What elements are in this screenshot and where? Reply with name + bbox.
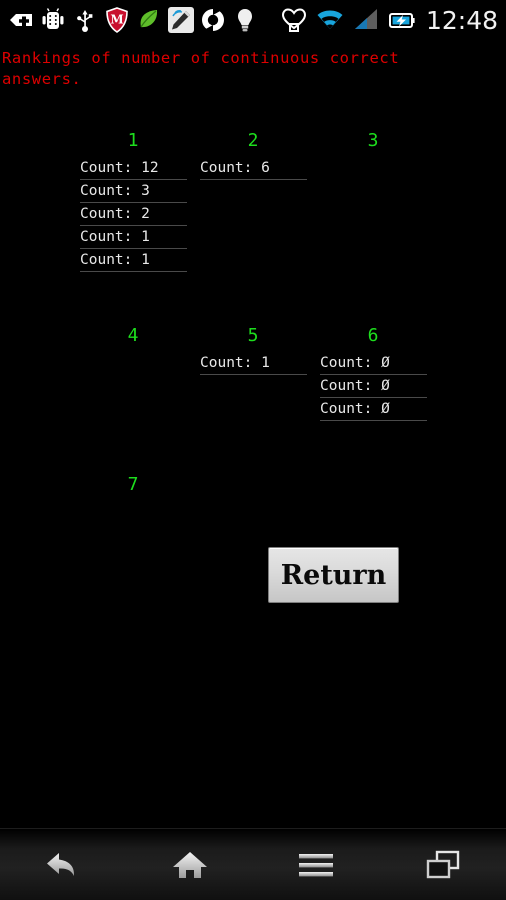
nav-back-button[interactable] [0, 829, 127, 900]
rank-cell-9 [313, 474, 433, 501]
rank-list-2: Count: 6 [200, 157, 307, 180]
rankings-row: 4 5 Count: 1 6 Count: Ø Count: Ø Count: Ø [0, 325, 506, 421]
mcafee-shield-icon: M [102, 5, 132, 35]
lightbulb-icon [230, 5, 260, 35]
status-bar-clock: 12:48 [425, 5, 498, 35]
battery-charging-icon [387, 5, 417, 35]
rankings-row: 1 Count: 12 Count: 3 Count: 2 Count: 1 Count… [0, 130, 506, 272]
rank-cell-2: 2 Count: 6 [193, 130, 313, 272]
rank-row: Count: 3 [80, 180, 187, 203]
recent-apps-icon [426, 850, 459, 878]
nav-home-button[interactable] [127, 829, 254, 900]
usb-icon [70, 5, 100, 35]
rank-list-5: Count: 1 [200, 352, 307, 375]
rank-cell-7: 7 [73, 474, 193, 501]
rankings-grid: 1 Count: 12 Count: 3 Count: 2 Count: 1 Count… [0, 130, 506, 501]
status-bar: M 12:48 [0, 0, 506, 40]
return-button[interactable]: Return [268, 547, 399, 603]
app-screen: M 12:48 Rankings of number of continuous… [0, 0, 506, 900]
nav-menu-button[interactable] [253, 829, 380, 900]
rank-cell-4: 4 [73, 325, 193, 421]
rank-list-6: Count: Ø Count: Ø Count: Ø [320, 352, 427, 421]
rank-row: Count: 1 [200, 352, 307, 375]
android-robot-icon [38, 5, 68, 35]
rankings-row: 7 [0, 474, 506, 501]
rank-header-2: 2 [247, 130, 259, 151]
rank-header-7: 7 [127, 474, 139, 495]
page-title: Rankings of number of continuous correct… [2, 49, 410, 88]
rank-header-8 [193, 474, 313, 501]
rank-row: Count: 2 [80, 203, 187, 226]
rank-row: Count: Ø [320, 398, 427, 421]
rank-row: Count: 12 [80, 157, 187, 180]
add-icon [6, 5, 36, 35]
status-bar-notification-icons: M [0, 5, 260, 35]
leaf-icon [134, 5, 164, 35]
rank-row: Count: Ø [320, 375, 427, 398]
rank-row: Count: 6 [200, 157, 307, 180]
signal-bars-icon [351, 5, 381, 35]
rank-list-1: Count: 12 Count: 3 Count: 2 Count: 1 Count: … [80, 157, 187, 272]
home-icon [172, 851, 207, 878]
nav-recents-button[interactable] [380, 829, 506, 900]
navigation-bar [0, 828, 506, 900]
rank-header-3: 3 [367, 130, 379, 151]
rank-cell-3: 3 [313, 130, 433, 272]
rank-header-1: 1 [127, 130, 139, 151]
rank-header-4: 4 [127, 325, 139, 346]
rank-header-6: 6 [367, 325, 379, 346]
rank-row: Count: 1 [80, 226, 187, 249]
svg-text:M: M [110, 13, 123, 27]
sync-icon [198, 5, 228, 35]
rank-header-9 [313, 474, 433, 501]
menu-icon [299, 853, 334, 876]
rank-cell-5: 5 Count: 1 [193, 325, 313, 421]
stylus-pen-icon [166, 5, 196, 35]
rank-cell-8 [193, 474, 313, 501]
status-bar-system-icons: 12:48 [279, 5, 506, 35]
rank-cell-6: 6 Count: Ø Count: Ø Count: Ø [313, 325, 433, 421]
wifi-icon [315, 5, 345, 35]
heart-icon [279, 5, 309, 35]
rank-row: Count: Ø [320, 352, 427, 375]
rank-row: Count: 1 [80, 249, 187, 272]
rank-header-5: 5 [247, 325, 259, 346]
back-arrow-icon [47, 852, 75, 876]
rank-cell-1: 1 Count: 12 Count: 3 Count: 2 Count: 1 Count… [73, 130, 193, 272]
